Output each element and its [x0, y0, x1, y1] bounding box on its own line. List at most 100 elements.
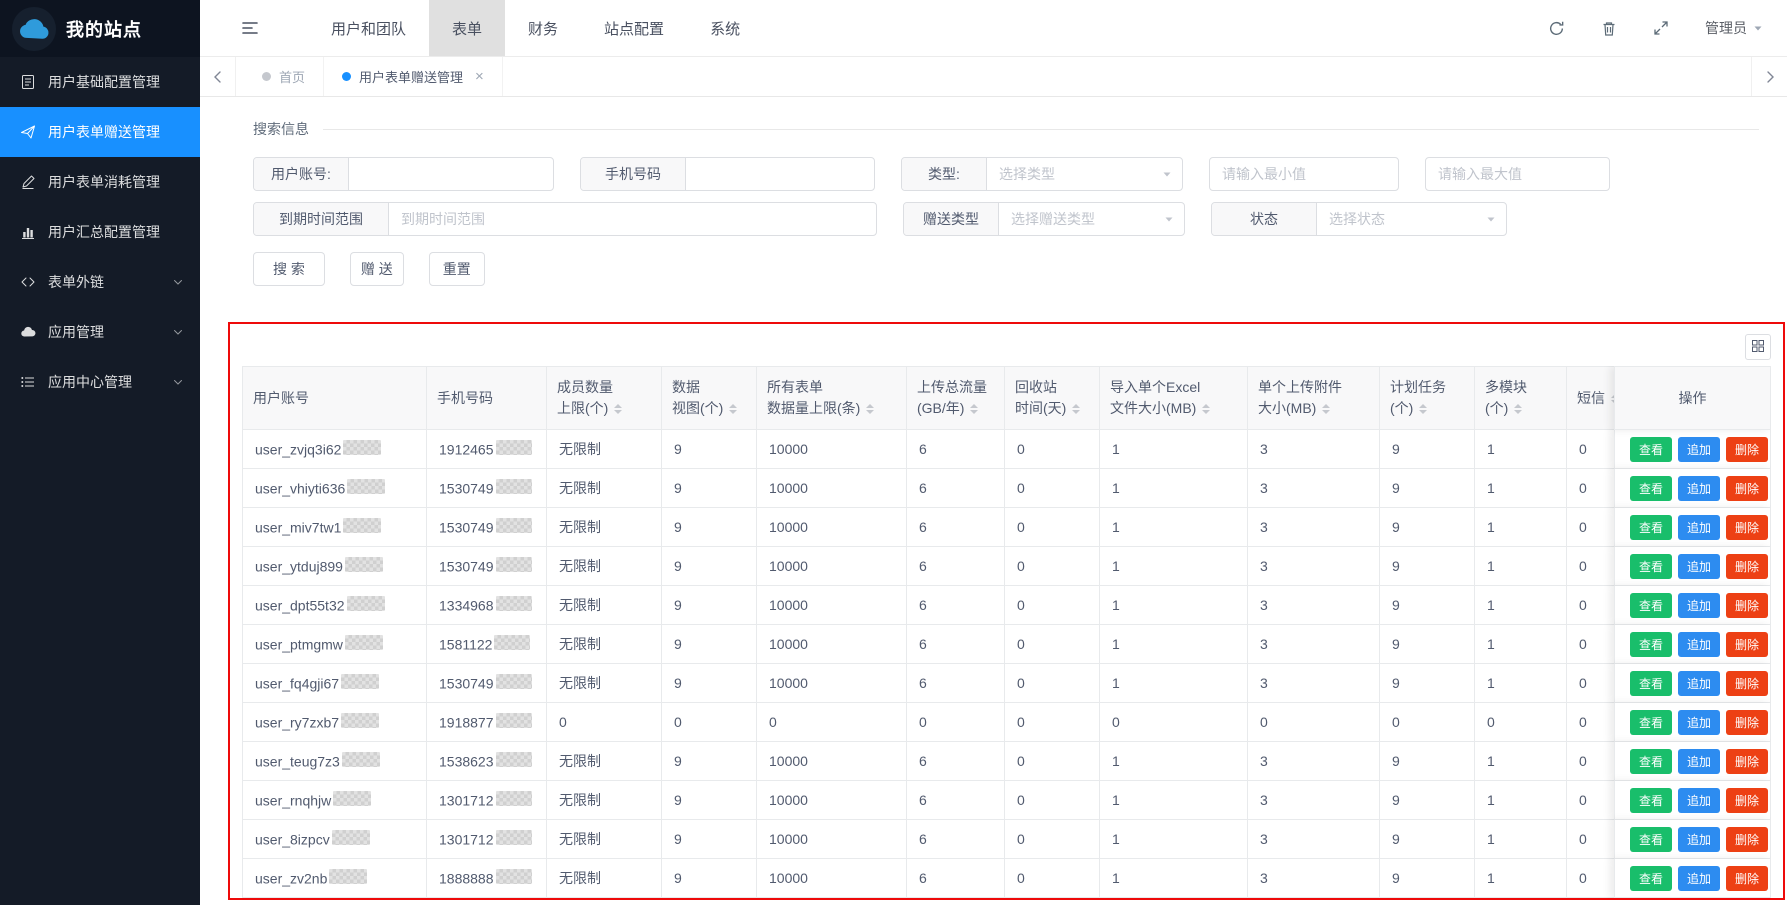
append-button[interactable]: 追加	[1678, 593, 1720, 618]
view-button[interactable]: 查看	[1630, 710, 1672, 735]
append-button[interactable]: 追加	[1678, 866, 1720, 891]
status-select[interactable]: 选择状态	[1317, 203, 1506, 235]
view-button[interactable]: 查看	[1630, 554, 1672, 579]
cell-value: 0	[1005, 508, 1100, 547]
type-select[interactable]: 选择类型	[987, 158, 1182, 190]
column-header-5[interactable]: 所有表单数据量上限(条)	[757, 366, 907, 430]
sort-icon[interactable]	[1072, 400, 1080, 418]
fullscreen-icon[interactable]	[1653, 20, 1669, 36]
column-header-4[interactable]: 数据视图(个)	[662, 366, 757, 430]
append-button[interactable]: 追加	[1678, 749, 1720, 774]
cell-value: 6	[907, 664, 1005, 703]
sort-icon[interactable]	[614, 400, 622, 418]
view-button[interactable]: 查看	[1630, 866, 1672, 891]
admin-dropdown[interactable]: 管理员	[1705, 18, 1763, 38]
sort-icon[interactable]	[1419, 400, 1427, 418]
sidebar-item-4[interactable]: 用户汇总配置管理	[0, 207, 200, 257]
view-button[interactable]: 查看	[1630, 476, 1672, 501]
append-button[interactable]: 追加	[1678, 710, 1720, 735]
sidebar-item-1[interactable]: 用户基础配置管理	[0, 57, 200, 107]
sidebar-item-7[interactable]: 应用中心管理	[0, 357, 200, 407]
column-header-3[interactable]: 成员数量上限(个)	[547, 366, 662, 430]
column-header-8[interactable]: 导入单个Excel文件大小(MB)	[1100, 366, 1248, 430]
sort-icon[interactable]	[866, 400, 874, 418]
trash-icon[interactable]	[1601, 20, 1617, 37]
top-nav-item-3[interactable]: 财务	[505, 0, 581, 56]
sort-icon[interactable]	[970, 400, 978, 418]
column-header-9[interactable]: 单个上传附件大小(MB)	[1248, 366, 1380, 430]
top-nav-item-5[interactable]: 系统	[687, 0, 763, 56]
delete-button[interactable]: 删除	[1726, 437, 1768, 462]
append-button[interactable]: 追加	[1678, 515, 1720, 540]
gift-button[interactable]: 赠 送	[350, 252, 404, 286]
cell-account: user_ptmgmw	[242, 625, 427, 664]
column-header-10[interactable]: 计划任务(个)	[1380, 366, 1475, 430]
cell-account: user_ry7zxb7	[242, 703, 427, 742]
view-button[interactable]: 查看	[1630, 749, 1672, 774]
append-button[interactable]: 追加	[1678, 476, 1720, 501]
column-header-11[interactable]: 多模块(个)	[1475, 366, 1567, 430]
gift-type-select[interactable]: 选择赠送类型	[999, 203, 1184, 235]
append-button[interactable]: 追加	[1678, 554, 1720, 579]
menu-collapse-icon[interactable]	[240, 18, 260, 38]
delete-button[interactable]: 删除	[1726, 827, 1768, 852]
append-button[interactable]: 追加	[1678, 437, 1720, 462]
top-nav-item-4[interactable]: 站点配置	[581, 0, 687, 56]
view-button[interactable]: 查看	[1630, 515, 1672, 540]
view-button[interactable]: 查看	[1630, 827, 1672, 852]
max-value-input[interactable]	[1425, 157, 1610, 191]
sidebar-item-5[interactable]: 表单外链	[0, 257, 200, 307]
cell-value: 无限制	[547, 625, 662, 664]
cell-account: user_zvjq3i62	[242, 430, 427, 469]
append-button[interactable]: 追加	[1678, 788, 1720, 813]
refresh-icon[interactable]	[1548, 20, 1565, 37]
sort-icon[interactable]	[1202, 400, 1210, 418]
sort-icon[interactable]	[1514, 400, 1522, 418]
view-button[interactable]: 查看	[1630, 593, 1672, 618]
search-button[interactable]: 搜 索	[253, 252, 325, 286]
tab-close-icon[interactable]: ×	[475, 69, 484, 84]
append-button[interactable]: 追加	[1678, 632, 1720, 657]
sidebar-item-3[interactable]: 用户表单消耗管理	[0, 157, 200, 207]
cell-account: user_dpt55t32	[242, 586, 427, 625]
column-header-6[interactable]: 上传总流量(GB/年)	[907, 366, 1005, 430]
table-row: user_dpt55t321334968无限制9100006013910查看追加…	[242, 586, 1771, 625]
view-button[interactable]: 查看	[1630, 788, 1672, 813]
column-settings-button[interactable]	[1745, 334, 1771, 360]
delete-button[interactable]: 删除	[1726, 710, 1768, 735]
redaction-mask	[345, 557, 383, 572]
sort-icon[interactable]	[1322, 400, 1330, 418]
top-nav-item-1[interactable]: 用户和团队	[308, 0, 429, 56]
view-button[interactable]: 查看	[1630, 671, 1672, 696]
delete-button[interactable]: 删除	[1726, 866, 1768, 891]
top-nav-item-2[interactable]: 表单	[429, 0, 505, 56]
view-button[interactable]: 查看	[1630, 437, 1672, 462]
cell-value: 6	[907, 625, 1005, 664]
delete-button[interactable]: 删除	[1726, 554, 1768, 579]
tab-1[interactable]: 首页	[244, 57, 324, 96]
view-button[interactable]: 查看	[1630, 632, 1672, 657]
sidebar-item-6[interactable]: 应用管理	[0, 307, 200, 357]
delete-button[interactable]: 删除	[1726, 788, 1768, 813]
delete-button[interactable]: 删除	[1726, 476, 1768, 501]
min-value-input[interactable]	[1209, 157, 1399, 191]
delete-button[interactable]: 删除	[1726, 632, 1768, 657]
append-button[interactable]: 追加	[1678, 671, 1720, 696]
search-legend: 搜索信息	[253, 119, 1759, 139]
sort-icon[interactable]	[729, 400, 737, 418]
column-header-7[interactable]: 回收站时间(天)	[1005, 366, 1100, 430]
expire-range-input[interactable]	[389, 203, 876, 235]
delete-button[interactable]: 删除	[1726, 749, 1768, 774]
delete-button[interactable]: 删除	[1726, 671, 1768, 696]
delete-button[interactable]: 删除	[1726, 593, 1768, 618]
cell-value: 9	[1380, 859, 1475, 898]
tabs-scroll-right-icon[interactable]	[1751, 57, 1787, 96]
account-input[interactable]	[349, 158, 553, 190]
tab-2[interactable]: 用户表单赠送管理×	[324, 57, 503, 96]
sidebar-item-2[interactable]: 用户表单赠送管理	[0, 107, 200, 157]
phone-input[interactable]	[686, 158, 874, 190]
reset-button[interactable]: 重置	[429, 252, 485, 286]
delete-button[interactable]: 删除	[1726, 515, 1768, 540]
append-button[interactable]: 追加	[1678, 827, 1720, 852]
tabs-scroll-left-icon[interactable]	[200, 57, 236, 96]
